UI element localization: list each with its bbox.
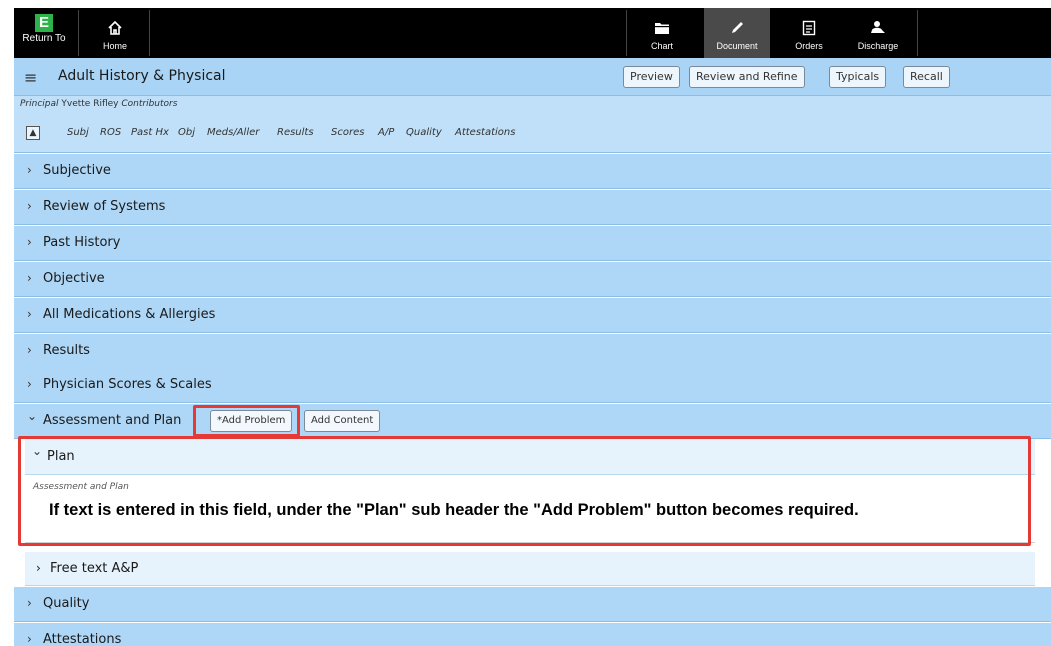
chevron-down-icon: ⌄ (27, 409, 38, 423)
return-to-e-icon: E (35, 14, 53, 32)
collapse-all-icon[interactable]: ▲ (26, 126, 40, 140)
add-problem-button[interactable]: *Add Problem (210, 410, 293, 432)
nav-link-ros[interactable]: ROS (100, 127, 121, 138)
plan-header-label: Plan (47, 449, 75, 464)
home-button[interactable]: Home (86, 8, 144, 58)
chevron-right-icon: › (27, 343, 32, 357)
discharge-button[interactable]: Discharge (843, 8, 913, 58)
plan-text-field[interactable]: Assessment and Plan If text is entered i… (25, 475, 1035, 543)
section-medications-allergies[interactable]: › All Medications & Allergies (14, 298, 1051, 333)
plan-field-label: Assessment and Plan (33, 482, 129, 492)
section-past-history[interactable]: › Past History (14, 226, 1051, 261)
section-review-of-systems[interactable]: › Review of Systems (14, 190, 1051, 225)
section-label: Objective (43, 271, 105, 286)
nav-link-meds-aller[interactable]: Meds/Aller (207, 127, 259, 138)
chevron-right-icon: › (27, 377, 32, 391)
chevron-right-icon: › (27, 632, 32, 646)
top-toolbar: E Return To Home Chart Document Orders D… (14, 8, 1051, 58)
free-text-label: Free text A&P (50, 561, 139, 576)
orders-button[interactable]: Orders (780, 8, 838, 58)
document-title-bar: ≡ Adult History & Physical Preview Revie… (14, 58, 1051, 96)
nav-link-subj[interactable]: Subj (67, 127, 89, 138)
nav-link-obj[interactable]: Obj (178, 127, 195, 138)
section-quality[interactable]: › Quality (14, 587, 1051, 622)
section-label: Past History (43, 235, 121, 250)
chevron-right-icon: › (27, 271, 32, 285)
chart-label: Chart (650, 41, 673, 51)
chevron-down-icon: ⌄ (32, 444, 43, 458)
nav-link-attestations[interactable]: Attestations (455, 127, 515, 138)
contributors-label[interactable]: Contributors (121, 99, 177, 109)
toolbar-divider (917, 10, 918, 56)
section-label: Quality (43, 596, 90, 611)
hamburger-menu-icon[interactable]: ≡ (24, 68, 37, 87)
chevron-right-icon: › (36, 561, 41, 575)
return-to-label: Return To (22, 33, 66, 44)
chevron-right-icon: › (27, 199, 32, 213)
toolbar-divider (149, 10, 150, 56)
section-attestations[interactable]: › Attestations (14, 623, 1051, 646)
folder-icon (632, 14, 692, 41)
document-label: Document (716, 41, 758, 51)
section-results[interactable]: › Results (14, 334, 1051, 369)
section-label: Review of Systems (43, 199, 166, 214)
preview-button[interactable]: Preview (623, 66, 680, 88)
free-text-ap-subsection[interactable]: › Free text A&P (25, 552, 1035, 586)
section-label: Physician Scores & Scales (43, 377, 212, 392)
section-subjective[interactable]: › Subjective (14, 154, 1051, 189)
section-label: Attestations (43, 632, 122, 646)
nav-link-quality[interactable]: Quality (406, 127, 442, 138)
chevron-right-icon: › (27, 163, 32, 177)
section-label: Results (43, 343, 90, 358)
principal-name[interactable]: Yvette Rifley (61, 99, 118, 109)
review-and-refine-button[interactable]: Review and Refine (689, 66, 805, 88)
chevron-right-icon: › (27, 307, 32, 321)
page-title: Adult History & Physical (58, 68, 226, 84)
discharge-label: Discharge (857, 41, 899, 51)
discharge-person-icon (843, 14, 913, 41)
nav-link-past-hx[interactable]: Past Hx (131, 127, 169, 138)
principal-contributors-row: Principal Yvette Rifley Contributors (14, 96, 1051, 115)
section-label: Subjective (43, 163, 111, 178)
section-assessment-and-plan[interactable]: ⌄ Assessment and Plan *Add Problem Add C… (14, 404, 1051, 439)
section-label: Assessment and Plan (43, 413, 182, 428)
section-nav-bar: ▲ Subj ROS Past Hx Obj Meds/Aller Result… (14, 115, 1051, 153)
plan-field-annotation: If text is entered in this field, under … (49, 501, 859, 519)
clipboard-icon (780, 14, 838, 41)
recall-button[interactable]: Recall (903, 66, 950, 88)
home-label: Home (102, 41, 127, 51)
orders-label: Orders (795, 41, 823, 51)
section-objective[interactable]: › Objective (14, 262, 1051, 297)
toolbar-divider (626, 10, 627, 56)
nav-link-results[interactable]: Results (277, 127, 314, 138)
principal-prefix: Principal (20, 99, 59, 109)
add-content-button[interactable]: Add Content (304, 410, 381, 432)
toolbar-divider (78, 10, 79, 56)
document-button[interactable]: Document (704, 8, 770, 58)
typicals-button[interactable]: Typicals (829, 66, 887, 88)
chart-button[interactable]: Chart (632, 8, 692, 58)
pencil-icon (704, 14, 770, 41)
return-to-button[interactable]: E Return To (14, 8, 74, 58)
plan-subsection-header[interactable]: ⌄ Plan (25, 439, 1035, 475)
nav-link-a-p[interactable]: A/P (378, 127, 394, 138)
home-icon (86, 14, 144, 41)
nav-link-scores[interactable]: Scores (331, 127, 364, 138)
section-physician-scores[interactable]: › Physician Scores & Scales (14, 368, 1051, 403)
chevron-right-icon: › (27, 596, 32, 610)
section-label: All Medications & Allergies (43, 307, 216, 322)
chevron-right-icon: › (27, 235, 32, 249)
